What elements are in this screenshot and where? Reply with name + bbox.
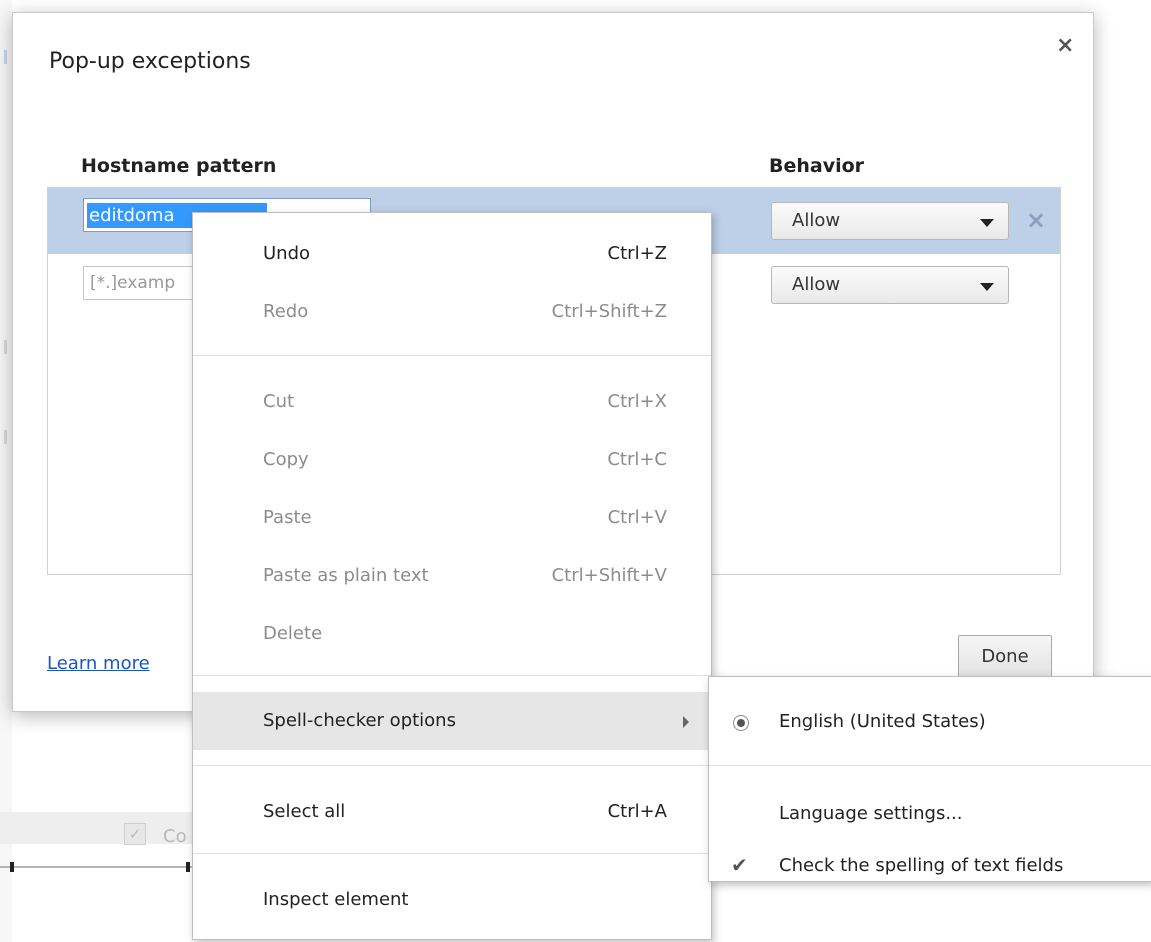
menu-item-label: Spell-checker options — [263, 710, 456, 731]
menu-separator — [709, 765, 1151, 766]
dialog-title: Pop-up exceptions — [49, 49, 251, 74]
submenu-item-label: Language settings... — [779, 803, 963, 824]
background-checkbox: ✓ — [124, 823, 146, 845]
menu-item-cut[interactable]: Cut Ctrl+X — [193, 383, 711, 423]
menu-item-spell-checker[interactable]: Spell-checker options — [193, 692, 711, 750]
menu-item-shortcut: Ctrl+C — [607, 449, 667, 470]
checkmark-icon: ✔ — [731, 853, 748, 877]
behavior-select-value: Allow — [792, 274, 841, 295]
menu-item-paste-plain[interactable]: Paste as plain text Ctrl+Shift+V — [193, 557, 711, 597]
menu-item-paste[interactable]: Paste Ctrl+V — [193, 499, 711, 539]
menu-item-undo[interactable]: Undo Ctrl+Z — [193, 235, 711, 275]
hostname-column-header: Hostname pattern — [81, 155, 277, 177]
menu-item-shortcut: Ctrl+A — [607, 801, 667, 822]
submenu-item-check-spelling[interactable]: ✔ Check the spelling of text fields — [709, 847, 1151, 887]
behavior-select-value: Allow — [792, 210, 841, 231]
background-mark — [186, 862, 190, 872]
radio-selected-icon — [733, 715, 749, 731]
menu-separator — [193, 675, 711, 676]
menu-item-label: Paste — [263, 507, 312, 528]
menu-separator — [193, 355, 711, 356]
behavior-select[interactable]: Allow — [771, 202, 1009, 240]
background-mark — [10, 862, 14, 872]
menu-item-label: Cut — [263, 391, 295, 412]
menu-item-label: Redo — [263, 301, 309, 322]
menu-item-select-all[interactable]: Select all Ctrl+A — [193, 793, 711, 833]
background-checkbox-label: Co — [163, 826, 187, 847]
menu-item-redo[interactable]: Redo Ctrl+Shift+Z — [193, 293, 711, 333]
menu-item-label: Paste as plain text — [263, 565, 429, 586]
menu-item-label: Delete — [263, 623, 323, 644]
menu-item-shortcut: Ctrl+Z — [607, 243, 667, 264]
menu-item-label: Select all — [263, 801, 346, 822]
remove-row-icon[interactable]: × — [1026, 206, 1046, 234]
new-behavior-select[interactable]: Allow — [771, 266, 1009, 304]
done-button[interactable]: Done — [958, 635, 1052, 679]
menu-item-label: Inspect element — [263, 889, 409, 910]
submenu-item-label: Check the spelling of text fields — [779, 855, 1064, 876]
context-menu: Undo Ctrl+Z Redo Ctrl+Shift+Z Cut Ctrl+X… — [192, 212, 712, 940]
menu-item-delete[interactable]: Delete — [193, 615, 711, 655]
menu-item-label: Undo — [263, 243, 311, 264]
close-icon[interactable]: × — [1056, 33, 1074, 58]
menu-item-shortcut: Ctrl+V — [607, 507, 667, 528]
menu-item-label: Copy — [263, 449, 309, 470]
dropdown-arrow-icon — [980, 219, 994, 227]
menu-separator — [193, 853, 711, 854]
menu-item-copy[interactable]: Copy Ctrl+C — [193, 441, 711, 481]
behavior-column-header: Behavior — [769, 155, 865, 177]
submenu-item-language-settings[interactable]: Language settings... — [709, 795, 1151, 835]
spell-checker-submenu: English (United States) Language setting… — [708, 676, 1151, 882]
menu-item-inspect-element[interactable]: Inspect element — [193, 881, 711, 921]
menu-item-shortcut: Ctrl+Shift+V — [551, 565, 667, 586]
background-tick — [4, 50, 7, 64]
submenu-item-language-english-us[interactable]: English (United States) — [709, 703, 1151, 743]
learn-more-link[interactable]: Learn more — [47, 653, 150, 674]
background-tick — [4, 340, 7, 354]
dropdown-arrow-icon — [980, 283, 994, 291]
menu-item-shortcut: Ctrl+Shift+Z — [551, 301, 667, 322]
menu-separator — [193, 765, 711, 766]
menu-item-shortcut: Ctrl+X — [607, 391, 667, 412]
background-page-edge — [0, 0, 12, 942]
submenu-item-label: English (United States) — [779, 711, 986, 732]
background-tick — [4, 430, 7, 444]
submenu-arrow-icon — [683, 716, 689, 728]
